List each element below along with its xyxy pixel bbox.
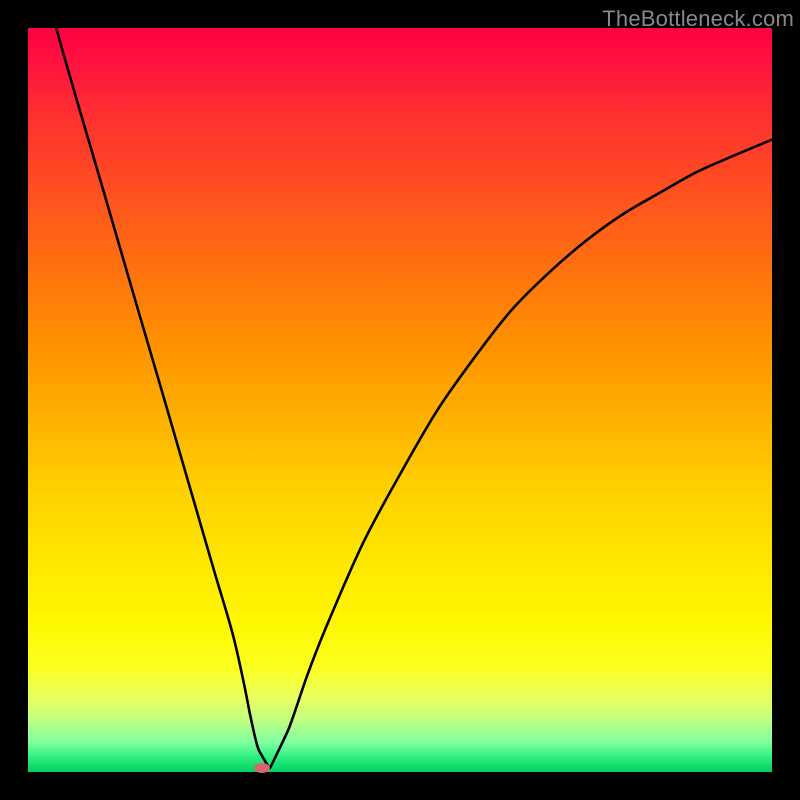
curve-svg [28,28,772,772]
optimum-marker [254,763,270,773]
chart-frame: TheBottleneck.com [0,0,800,800]
plot-area [28,28,772,772]
bottleneck-curve [56,28,772,768]
